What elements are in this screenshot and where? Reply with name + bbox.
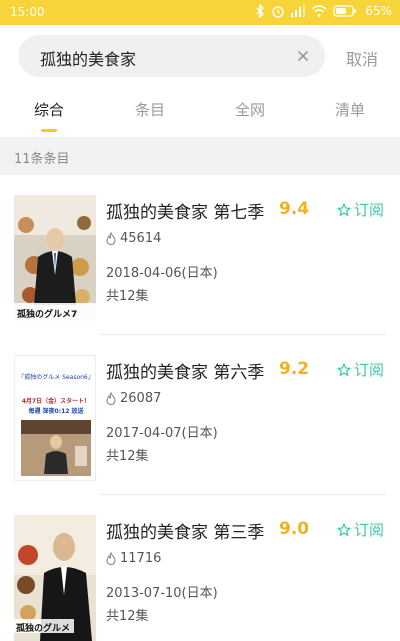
signal-icon <box>291 5 306 17</box>
result-count-bar: 11条条目 <box>0 137 400 175</box>
item-episodes: 共12集 <box>106 289 149 304</box>
star-outline-icon <box>337 522 351 536</box>
subscribe-button[interactable]: 订阅 <box>337 199 384 220</box>
item-date: 2018-04-06(日本) <box>106 266 218 281</box>
hot-value: 11716 <box>120 551 162 566</box>
result-count: 11条条目 <box>14 152 70 167</box>
status-bar: 15:00 65% <box>0 0 400 25</box>
tab-bar: 综合 条目 全网 清单 <box>0 87 400 135</box>
star-outline-icon <box>337 202 351 216</box>
item-title[interactable]: 孤独的美食家 第六季 <box>106 358 264 383</box>
tab-active-indicator <box>41 129 57 132</box>
item-episodes: 共12集 <box>106 449 149 464</box>
hot-count: 26087 <box>106 391 161 406</box>
subscribe-label: 订阅 <box>354 201 385 219</box>
poster-caption: 孤独のグルメ <box>16 624 71 634</box>
poster-image[interactable]: 孤独のグルメ <box>14 515 96 641</box>
status-time: 15:00 <box>10 5 45 19</box>
poster-image[interactable]: 『孤独のグルメ Season6』 4月7日（金）スタート！ 毎週 深夜0:12 … <box>14 355 96 481</box>
item-score: 9.4 <box>279 199 310 219</box>
item-episodes: 共12集 <box>106 609 149 624</box>
cancel-button[interactable]: 取消 <box>346 46 378 70</box>
battery-percent: 65% <box>365 4 392 18</box>
battery-icon <box>333 5 357 17</box>
flame-icon <box>106 392 116 405</box>
poster-caption: 『孤独のグルメ Season6』 <box>18 374 94 381</box>
hot-count: 11716 <box>106 551 161 566</box>
subscribe-button[interactable]: 订阅 <box>337 359 384 380</box>
poster-image[interactable]: 孤独のグルメ7 <box>14 195 96 321</box>
list-item[interactable]: 孤独のグルメ7 孤独的美食家 第七季 9.4 订阅 45614 2018-04-… <box>0 175 400 335</box>
hot-value: 45614 <box>120 231 162 246</box>
tab-comprehensive[interactable]: 综合 <box>19 99 79 120</box>
flame-icon <box>106 232 116 245</box>
wifi-icon <box>311 5 327 17</box>
item-date: 2017-04-07(日本) <box>106 426 218 441</box>
flame-icon <box>106 552 116 565</box>
subscribe-label: 订阅 <box>354 521 385 539</box>
search-row: 孤独的美食家 取消 <box>0 25 400 87</box>
bluetooth-icon <box>256 4 265 18</box>
star-outline-icon <box>337 362 351 376</box>
item-score: 9.2 <box>279 359 310 379</box>
item-score: 9.0 <box>279 519 310 539</box>
list-item[interactable]: 『孤独のグルメ Season6』 4月7日（金）スタート！ 毎週 深夜0:12 … <box>0 335 400 495</box>
list-item[interactable]: 孤独のグルメ 孤独的美食家 第三季 9.0 订阅 11716 2013-07-1… <box>0 495 400 641</box>
clear-icon[interactable] <box>293 46 313 66</box>
tab-lists[interactable]: 清单 <box>320 99 380 120</box>
subscribe-label: 订阅 <box>354 361 385 379</box>
item-title[interactable]: 孤独的美食家 第三季 <box>106 518 264 543</box>
poster-caption-2: 4月7日（金）スタート！ <box>21 398 91 405</box>
search-query: 孤独的美食家 <box>40 50 137 69</box>
alarm-icon <box>272 6 285 18</box>
poster-caption: 孤独のグルメ7 <box>17 310 78 320</box>
status-icons: 65% <box>255 4 392 18</box>
item-title[interactable]: 孤独的美食家 第七季 <box>106 198 264 223</box>
hot-count: 45614 <box>106 231 161 246</box>
search-input[interactable]: 孤独的美食家 <box>18 35 325 77</box>
tab-whole-web[interactable]: 全网 <box>220 99 280 120</box>
tab-entries[interactable]: 条目 <box>120 99 180 120</box>
hot-value: 26087 <box>120 391 162 406</box>
item-date: 2013-07-10(日本) <box>106 586 218 601</box>
poster-caption-3: 毎週 深夜0:12 放送 <box>28 408 84 415</box>
subscribe-button[interactable]: 订阅 <box>337 519 384 540</box>
